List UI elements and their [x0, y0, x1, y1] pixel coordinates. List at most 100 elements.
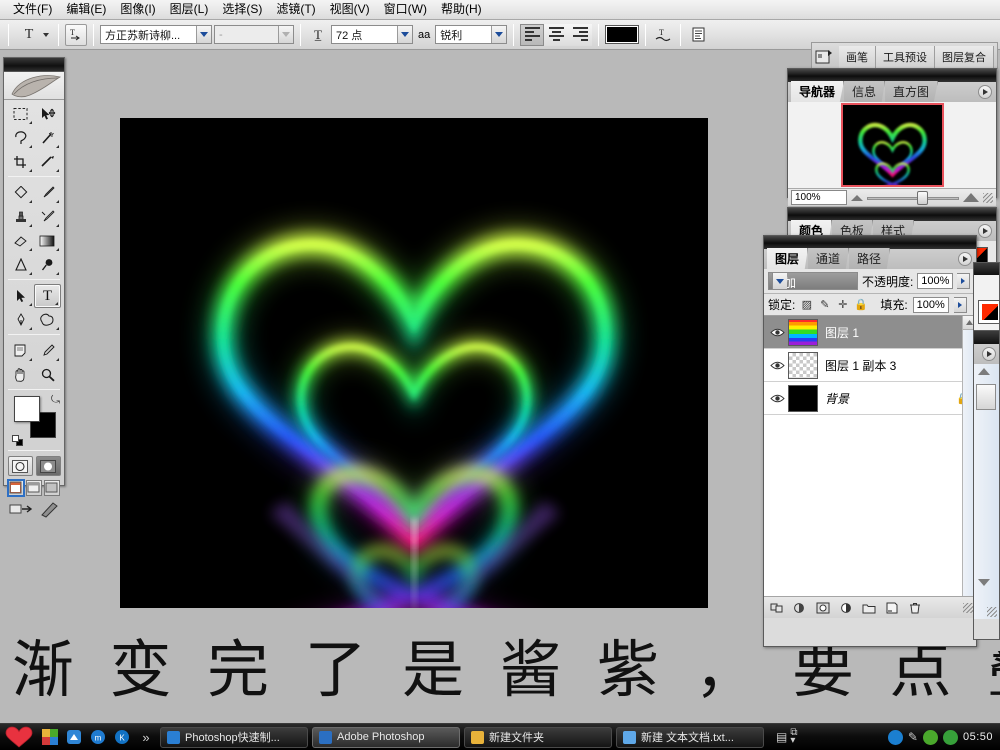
tab-layers[interactable]: 图层 [767, 248, 809, 269]
scroll-down-icon[interactable] [978, 579, 990, 586]
navigator-preview-area[interactable] [788, 102, 996, 188]
layer-mask-icon[interactable] [816, 601, 830, 615]
tab-channels[interactable]: 通道 [808, 248, 850, 269]
tool-hand[interactable] [7, 363, 34, 387]
color-title-bar[interactable] [788, 208, 996, 221]
hidden-palette-grip[interactable] [974, 263, 999, 275]
tool-marquee[interactable] [7, 102, 34, 126]
chevron-down-icon[interactable] [196, 26, 211, 43]
layer-name[interactable]: 图层 1 [825, 324, 859, 341]
quicklaunch-kingsoft-icon[interactable]: K [112, 727, 132, 747]
menu-window[interactable]: 窗口(W) [377, 0, 434, 19]
hidden-color-swatch-area[interactable] [978, 300, 1000, 324]
chevron-down-icon[interactable] [491, 26, 507, 43]
menu-filter[interactable]: 滤镜(T) [269, 0, 322, 19]
menu-layer[interactable]: 图层(L) [163, 0, 216, 19]
tool-magic-wand[interactable] [34, 126, 61, 150]
foreground-color-swatch[interactable] [14, 396, 40, 422]
keyboard-icon[interactable]: ▤ [776, 730, 787, 744]
clock[interactable]: 05:50 [963, 731, 993, 743]
tool-type[interactable]: T [34, 284, 61, 308]
layer-name[interactable]: 图层 1 副本 3 [825, 357, 896, 374]
hidden-palette-menu-icon[interactable] [982, 347, 996, 361]
color-menu-icon[interactable] [978, 224, 992, 238]
font-family-combo[interactable]: 方正苏新诗柳... [100, 25, 212, 44]
full-screen-button[interactable] [44, 480, 60, 496]
tool-eraser[interactable] [7, 229, 34, 253]
opacity-spinner[interactable] [957, 273, 971, 289]
layers-menu-icon[interactable] [958, 252, 972, 266]
layer-thumbnail[interactable] [788, 351, 818, 379]
tray-shield-icon[interactable] [942, 729, 958, 745]
layer-thumbnail[interactable] [788, 318, 818, 346]
options-grip[interactable] [8, 23, 9, 46]
tool-move[interactable] [34, 102, 61, 126]
align-right-button[interactable] [568, 23, 593, 46]
language-bar-expand-icon[interactable]: ⧉ ▾ [790, 728, 797, 746]
menu-edit[interactable]: 编辑(E) [59, 0, 113, 19]
chevron-down-icon[interactable] [278, 26, 293, 43]
standard-screen-mode-button[interactable] [7, 479, 25, 497]
scrollbar-thumb[interactable] [976, 384, 996, 410]
dock-tab-brushes[interactable]: 画笔 [839, 46, 876, 69]
tool-gradient[interactable] [34, 229, 61, 253]
font-size-combo[interactable]: 72 点 [331, 25, 413, 44]
layers-list[interactable]: 图层 1 图层 1 副本 3 背景 [764, 316, 976, 596]
zoom-in-icon[interactable] [963, 193, 979, 202]
character-paragraph-panel-button[interactable] [687, 24, 709, 46]
lock-transparency-icon[interactable]: ▨ [800, 298, 813, 311]
link-layers-icon[interactable] [770, 601, 784, 615]
tool-dodge[interactable] [34, 253, 61, 277]
zoom-slider[interactable] [867, 190, 959, 205]
menu-help[interactable]: 帮助(H) [434, 0, 489, 19]
tool-zoom[interactable] [34, 363, 61, 387]
tool-brush[interactable] [34, 181, 61, 205]
start-button[interactable] [2, 725, 36, 749]
menu-select[interactable]: 选择(S) [215, 0, 269, 19]
layers-resize-grip[interactable] [963, 602, 973, 613]
antialias-combo[interactable]: 锐利 [435, 25, 508, 44]
zoom-slider-thumb[interactable] [916, 190, 928, 205]
dock-tab-layer-comps[interactable]: 图层复合 [935, 46, 994, 69]
quicklaunch-messenger-icon[interactable]: m [88, 727, 108, 747]
scroll-up-icon[interactable] [978, 368, 990, 375]
lock-image-icon[interactable]: ✎ [818, 298, 831, 311]
layer-visibility-toggle[interactable] [766, 349, 788, 382]
text-color-swatch[interactable] [605, 25, 640, 44]
edge-color-swatch[interactable] [982, 304, 998, 320]
zoom-percent-input[interactable]: 100% [791, 190, 847, 205]
quicklaunch-blue-icon[interactable] [64, 727, 84, 747]
tool-lasso[interactable] [7, 126, 34, 150]
fill-spinner[interactable] [953, 296, 967, 313]
chevron-down-icon[interactable] [43, 32, 49, 37]
tab-histogram[interactable]: 直方图 [885, 81, 939, 102]
layers-title-bar[interactable] [764, 236, 976, 249]
chevron-down-icon[interactable] [397, 26, 412, 43]
new-group-icon[interactable] [862, 601, 876, 615]
tool-eyedropper[interactable] [34, 339, 61, 363]
table-row[interactable]: 图层 1 副本 3 [764, 349, 976, 382]
navigator-menu-icon[interactable] [978, 85, 992, 99]
navigator-resize-grip[interactable] [983, 192, 993, 203]
standard-mode-button[interactable] [7, 456, 33, 476]
taskbar-item-photoshop-tutorial[interactable]: Photoshop快速制... [160, 726, 308, 748]
align-center-button[interactable] [544, 23, 569, 46]
document-canvas[interactable] [120, 118, 708, 608]
tray-kingsoft-icon[interactable] [887, 729, 903, 745]
fill-input[interactable]: 100% [912, 296, 949, 313]
toolbox-title-bar[interactable] [4, 58, 64, 72]
tray-pen-icon[interactable]: ✎ [908, 730, 918, 744]
menu-file[interactable]: 文件(F) [6, 0, 59, 19]
navigator-title-bar[interactable] [788, 69, 996, 82]
tray-green-cross-icon[interactable] [922, 729, 938, 745]
lock-all-icon[interactable]: 🔒 [854, 298, 868, 311]
blend-mode-combo[interactable]: 叠加 [768, 272, 858, 290]
tool-crop[interactable] [7, 150, 34, 174]
tab-info[interactable]: 信息 [844, 81, 886, 102]
swap-colors-icon[interactable]: ⤿ [51, 394, 60, 407]
table-row[interactable]: 背景 🔒 [764, 382, 976, 415]
tool-history-brush[interactable] [34, 205, 61, 229]
chevron-down-icon[interactable] [772, 273, 787, 289]
tool-notes[interactable] [7, 339, 34, 363]
taskbar-item-new-folder[interactable]: 新建文件夹 [464, 726, 612, 748]
